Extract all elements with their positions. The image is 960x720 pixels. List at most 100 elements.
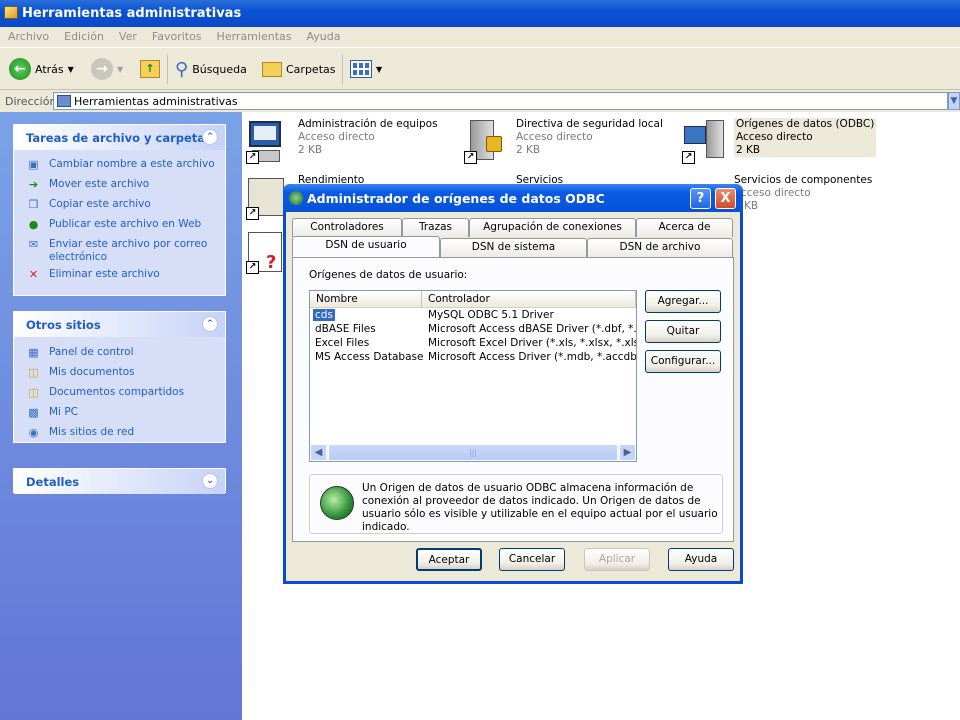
mail-icon: ✉: [28, 238, 39, 251]
task-publish[interactable]: ● Publicar este archivo en Web: [14, 218, 225, 231]
scroll-thumb[interactable]: |||: [328, 444, 618, 461]
tab-dsn-sistema[interactable]: DSN de sistema: [440, 238, 587, 257]
file-item-selected[interactable]: ↗ Orígenes de datos (ODBC) Acceso directo…: [682, 118, 877, 174]
remove-button[interactable]: Quitar: [645, 320, 721, 343]
collapse-icon[interactable]: ⌃: [202, 316, 218, 332]
column-header-controlador[interactable]: Controlador: [422, 291, 636, 308]
back-label: Atrás: [35, 62, 64, 76]
network-icon: ◉: [28, 426, 39, 439]
up-folder-button[interactable]: ↑: [140, 57, 160, 81]
shortcut-arrow-icon: ↗: [246, 151, 259, 164]
list-row[interactable]: dBASE Files Microsoft Access dBASE Drive…: [310, 323, 636, 337]
task-email[interactable]: ✉ Enviar este archivo por correo electrón…: [14, 238, 225, 264]
column-header-nombre[interactable]: Nombre: [310, 291, 422, 308]
expand-icon[interactable]: ⌄: [202, 473, 218, 489]
other-places-header[interactable]: Otros sitios ⌃: [14, 312, 225, 337]
task-move[interactable]: ➔ Mover este archivo: [14, 178, 225, 191]
file-name: Orígenes de datos (ODBC): [736, 118, 875, 130]
list-row[interactable]: cds MySQL ODBC 5.1 Driver: [310, 309, 636, 323]
task-copy[interactable]: ❐ Copiar este archivo: [14, 198, 225, 211]
file-name: Servicios de componentes: [734, 174, 873, 186]
menu-bar: Archivo Edición Ver Favoritos Herramientas Ay…: [0, 27, 960, 48]
task-rename[interactable]: ▣ Cambiar nombre a este archivo: [14, 158, 225, 171]
search-button[interactable]: ⚲ Búsqueda: [175, 57, 247, 81]
dialog-title-bar[interactable]: Administrador de orígenes de datos ODBC …: [283, 184, 743, 212]
menu-ver[interactable]: Ver: [111, 27, 144, 43]
address-bar: Dirección Herramientas administrativas ▼: [0, 90, 960, 112]
list-row[interactable]: MS Access Database Microsoft Access Driv…: [310, 351, 636, 365]
chevron-down-icon[interactable]: ▼: [376, 65, 382, 74]
task-label: Enviar este archivo por correo electróni…: [49, 238, 208, 263]
file-size: 2 KB: [516, 144, 541, 156]
folders-button[interactable]: Carpetas: [262, 57, 335, 81]
menu-favoritos[interactable]: Favoritos: [144, 27, 209, 43]
tab-agrupacion-conexiones[interactable]: Agrupación de conexiones: [469, 218, 636, 237]
shortcut-arrow-icon: ↗: [246, 261, 259, 274]
views-button[interactable]: ▼: [350, 57, 382, 81]
tab-acerca-de[interactable]: Acerca de: [636, 218, 733, 237]
place-label: Mis documentos: [49, 366, 135, 378]
address-dropdown-button[interactable]: ▼: [948, 92, 960, 110]
file-type: Acceso directo: [736, 131, 813, 143]
file-item[interactable]: ↗ Directiva de seguridad local Acceso dir…: [464, 118, 674, 174]
back-arrow-icon: ←: [9, 58, 31, 80]
tasks-panel: Tareas de archivo y carpeta ⌃ ▣ Cambiar n…: [13, 124, 226, 296]
folder-icon: [57, 95, 71, 107]
apply-button[interactable]: Aplicar: [584, 548, 650, 571]
menu-ayuda[interactable]: Ayuda: [298, 27, 347, 43]
other-places-panel: Otros sitios ⌃ ▦ Panel de control ◫ Mis do…: [13, 311, 226, 443]
task-delete[interactable]: ✕ Eliminar este archivo: [14, 268, 225, 281]
shortcut-arrow-icon: ↗: [246, 207, 259, 220]
help-title-button[interactable]: ?: [690, 188, 711, 209]
folder-icon: [262, 61, 282, 77]
scroll-right-icon[interactable]: ▶: [619, 444, 636, 461]
scroll-left-icon[interactable]: ◀: [310, 444, 327, 461]
data-sources-list[interactable]: Nombre Controlador cds MySQL ODBC 5.1 Dr…: [309, 290, 637, 462]
chevron-down-icon[interactable]: ▼: [117, 65, 123, 74]
place-control-panel[interactable]: ▦ Panel de control: [14, 346, 225, 359]
odbc-dialog: Administrador de orígenes de datos ODBC …: [283, 184, 743, 584]
address-input[interactable]: Herramientas administrativas: [53, 92, 948, 110]
file-item[interactable]: ↗ Administración de equipos Acceso direct…: [246, 118, 446, 174]
task-label: Mover este archivo: [49, 178, 150, 190]
cancel-button[interactable]: Cancelar: [499, 548, 565, 571]
details-panel: Detalles ⌄: [13, 468, 226, 494]
tab-dsn-usuario[interactable]: DSN de usuario: [292, 236, 440, 257]
file-name: Directiva de seguridad local: [516, 118, 663, 130]
close-button[interactable]: X: [715, 188, 736, 209]
details-header[interactable]: Detalles ⌄: [14, 469, 225, 494]
menu-herramientas[interactable]: Herramientas: [209, 27, 299, 43]
window-title-bar[interactable]: Herramientas administrativas: [0, 0, 960, 27]
security-policy-icon: ↗: [464, 120, 508, 164]
ok-button[interactable]: Aceptar: [416, 548, 482, 571]
chevron-down-icon[interactable]: ▼: [68, 65, 74, 74]
place-my-pc[interactable]: ▩ Mi PC: [14, 406, 225, 419]
control-panel-icon: ▦: [28, 346, 39, 359]
tab-dsn-archivo[interactable]: DSN de archivo: [587, 238, 733, 257]
tab-page: Orígenes de datos de usuario: Nombre Con…: [292, 257, 734, 542]
toolbar: ← Atrás ▼ → ▼ ↑ ⚲ Búsqueda Carpetas ▼: [0, 48, 960, 90]
horizontal-scrollbar[interactable]: ◀ ||| ▶: [310, 444, 636, 461]
details-title: Detalles: [26, 475, 80, 489]
dialog-title: Administrador de orígenes de datos ODBC: [307, 191, 605, 206]
info-text: Un Origen de datos de usuario ODBC almac…: [362, 482, 718, 533]
forward-button[interactable]: → ▼: [91, 57, 123, 81]
place-my-documents[interactable]: ◫ Mis documentos: [14, 366, 225, 379]
back-button[interactable]: ← Atrás ▼: [9, 57, 74, 81]
task-label: Copiar este archivo: [49, 198, 151, 210]
tasks-panel-header[interactable]: Tareas de archivo y carpeta ⌃: [14, 125, 225, 150]
list-row[interactable]: Excel Files Microsoft Excel Driver (*.xl…: [310, 337, 636, 351]
menu-archivo[interactable]: Archivo: [0, 27, 56, 43]
place-shared-documents[interactable]: ◫ Documentos compartidos: [14, 386, 225, 399]
help-button[interactable]: Ayuda: [668, 548, 734, 571]
move-icon: ➔: [28, 178, 39, 191]
odbc-data-sources-icon: ↗: [682, 120, 726, 164]
collapse-icon[interactable]: ⌃: [202, 129, 218, 145]
tab-controladores[interactable]: Controladores: [292, 218, 402, 237]
place-network[interactable]: ◉ Mis sitios de red: [14, 426, 225, 439]
tab-trazas[interactable]: Trazas: [402, 218, 469, 237]
add-button[interactable]: Agregar...: [645, 290, 721, 313]
configure-button[interactable]: Configurar...: [645, 350, 721, 373]
menu-edicion[interactable]: Edición: [56, 27, 111, 43]
shortcut-arrow-icon: ↗: [682, 151, 695, 164]
